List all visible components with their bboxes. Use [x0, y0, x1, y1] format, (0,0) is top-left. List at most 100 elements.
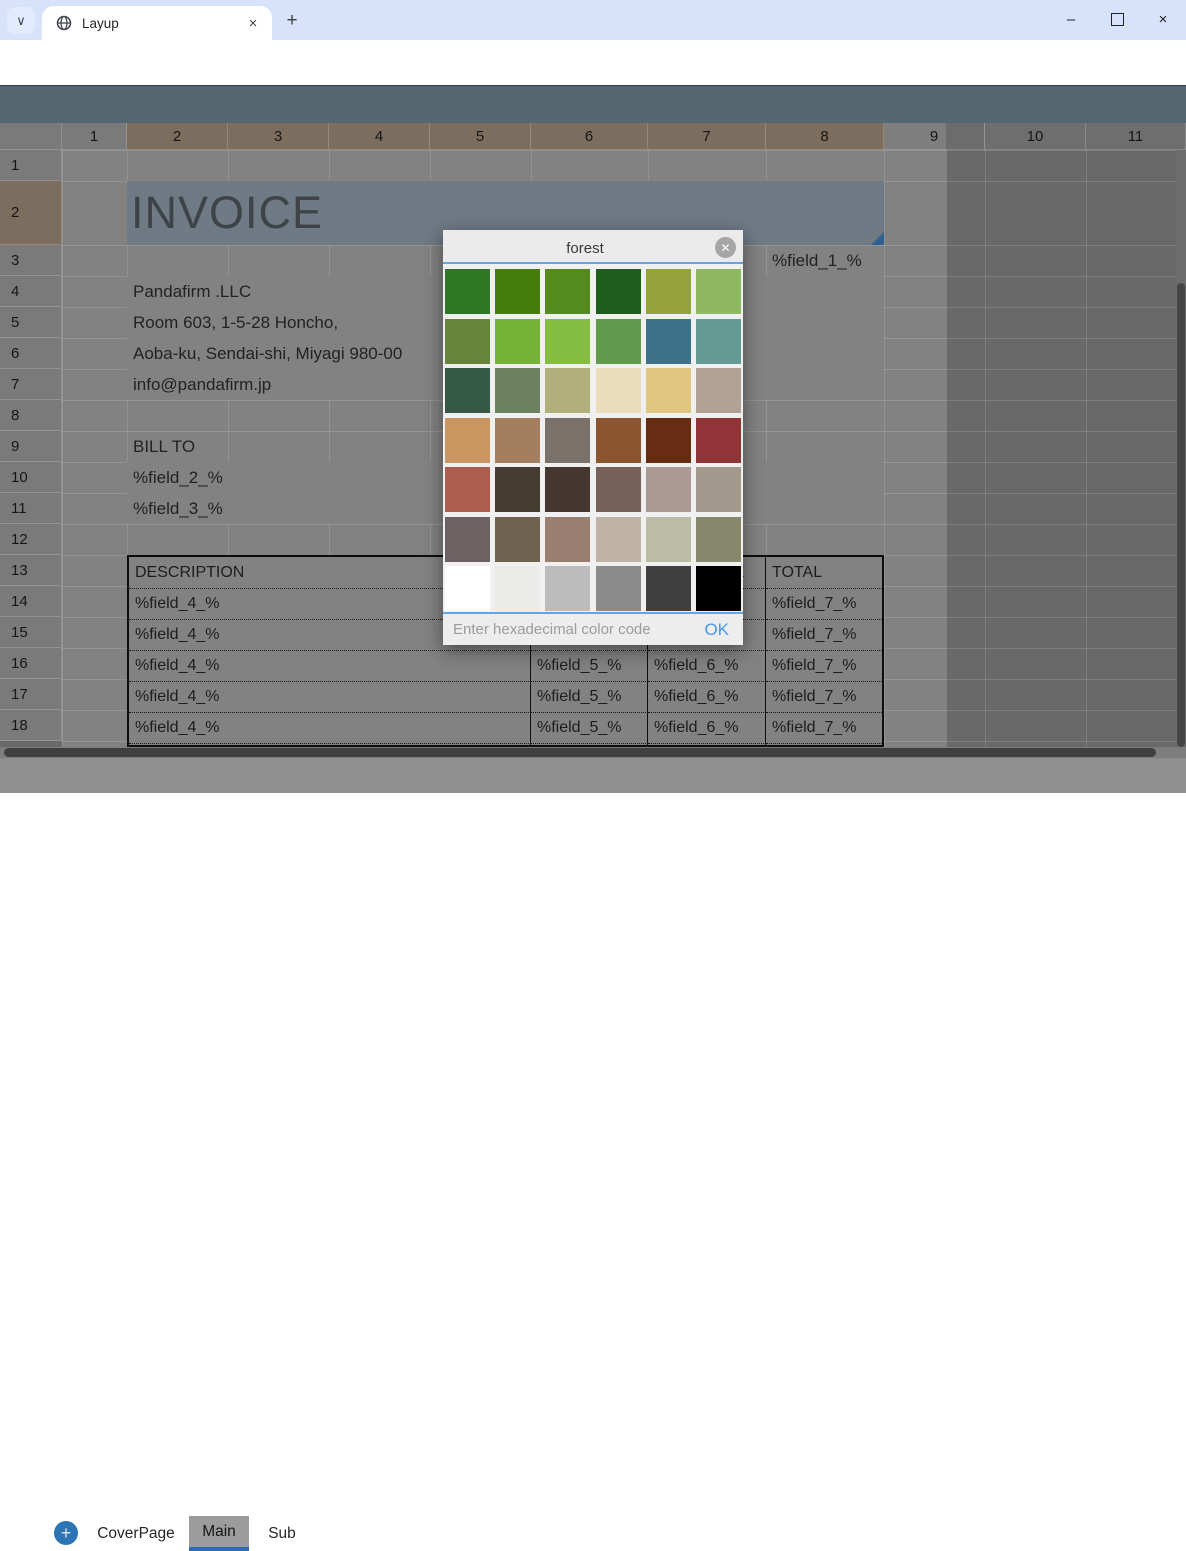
column-header[interactable]: 1: [62, 123, 127, 150]
sheet-tab-main[interactable]: Main: [189, 1516, 249, 1551]
color-swatch[interactable]: [696, 566, 741, 611]
color-swatch[interactable]: [596, 517, 641, 562]
color-swatch[interactable]: [445, 566, 490, 611]
cell-field-3[interactable]: %field_3_%: [133, 493, 433, 524]
color-swatch[interactable]: [646, 467, 691, 512]
cell-bill-to[interactable]: BILL TO: [133, 431, 433, 462]
table-cell[interactable]: %field_5_%: [531, 712, 648, 743]
row-header[interactable]: 7: [0, 369, 62, 400]
sheet-corner[interactable]: [0, 123, 62, 150]
color-swatch[interactable]: [495, 319, 540, 364]
color-swatch[interactable]: [696, 319, 741, 364]
table-cell[interactable]: %field_4_%: [129, 650, 531, 681]
add-sheet-button[interactable]: +: [54, 1521, 78, 1545]
color-swatch[interactable]: [596, 467, 641, 512]
row-header[interactable]: 10: [0, 462, 62, 493]
color-swatch[interactable]: [495, 368, 540, 413]
color-swatch[interactable]: [545, 368, 590, 413]
sheet-tab-sub[interactable]: Sub: [258, 1516, 306, 1551]
column-header[interactable]: 8: [766, 123, 884, 150]
color-search-input[interactable]: [473, 234, 697, 262]
color-swatch[interactable]: [445, 269, 490, 314]
color-swatch[interactable]: [646, 517, 691, 562]
color-swatch[interactable]: [445, 418, 490, 463]
row-header[interactable]: 3: [0, 245, 62, 276]
column-header[interactable]: 5: [430, 123, 531, 150]
color-swatch[interactable]: [596, 269, 641, 314]
column-header[interactable]: 2: [127, 123, 228, 150]
column-header[interactable]: 6: [531, 123, 648, 150]
row-header[interactable]: 4: [0, 276, 62, 307]
color-swatch[interactable]: [646, 566, 691, 611]
color-swatch[interactable]: [495, 467, 540, 512]
table-cell[interactable]: %field_7_%: [766, 681, 882, 712]
column-header[interactable]: 10: [985, 123, 1086, 150]
new-tab-icon[interactable]: +: [280, 9, 304, 33]
color-swatch[interactable]: [445, 517, 490, 562]
color-swatch[interactable]: [445, 368, 490, 413]
table-cell[interactable]: %field_5_%: [531, 681, 648, 712]
color-swatch[interactable]: [646, 319, 691, 364]
row-header[interactable]: 13: [0, 555, 62, 586]
table-cell[interactable]: %field_7_%: [766, 619, 882, 650]
table-cell[interactable]: %field_4_%: [129, 681, 531, 712]
close-icon[interactable]: ✕: [715, 237, 736, 258]
color-swatch[interactable]: [696, 467, 741, 512]
table-cell[interactable]: %field_7_%: [766, 588, 882, 619]
color-swatch[interactable]: [696, 368, 741, 413]
color-swatch[interactable]: [646, 269, 691, 314]
row-header[interactable]: 1: [0, 150, 62, 181]
window-minimize-icon[interactable]: –: [1050, 0, 1092, 38]
color-swatch[interactable]: [495, 517, 540, 562]
color-swatch[interactable]: [545, 269, 590, 314]
color-swatch[interactable]: [545, 517, 590, 562]
table-header-total[interactable]: TOTAL: [766, 557, 882, 588]
color-swatch[interactable]: [646, 368, 691, 413]
sheet-tab-coverpage[interactable]: CoverPage: [88, 1516, 184, 1551]
color-swatch[interactable]: [596, 319, 641, 364]
column-header[interactable]: 4: [329, 123, 430, 150]
browser-tab[interactable]: Layup ×: [42, 6, 272, 40]
color-swatch[interactable]: [545, 467, 590, 512]
vertical-scrollbar-thumb[interactable]: [1177, 283, 1185, 747]
hex-color-input[interactable]: [451, 620, 704, 639]
row-header[interactable]: 12: [0, 524, 62, 555]
table-cell[interactable]: %field_6_%: [648, 712, 766, 743]
color-swatch[interactable]: [495, 418, 540, 463]
window-close-icon[interactable]: ×: [1142, 0, 1184, 38]
tab-search-chevron-icon[interactable]: ∨: [7, 7, 35, 34]
table-cell[interactable]: %field_5_%: [531, 650, 648, 681]
row-header[interactable]: 14: [0, 586, 62, 617]
selection-handle[interactable]: [871, 232, 884, 245]
color-swatch[interactable]: [445, 467, 490, 512]
color-swatch[interactable]: [646, 418, 691, 463]
column-header[interactable]: 3: [228, 123, 329, 150]
color-swatch[interactable]: [596, 418, 641, 463]
color-swatch[interactable]: [495, 566, 540, 611]
cell-field-2[interactable]: %field_2_%: [133, 462, 433, 493]
ok-button[interactable]: OK: [704, 620, 729, 640]
table-cell[interactable]: %field_6_%: [648, 650, 766, 681]
row-header[interactable]: 2: [0, 181, 62, 245]
color-swatch[interactable]: [545, 319, 590, 364]
color-swatch[interactable]: [445, 319, 490, 364]
table-cell[interactable]: %field_6_%: [648, 681, 766, 712]
color-swatch[interactable]: [545, 566, 590, 611]
cell-field-1[interactable]: %field_1_%: [772, 245, 884, 276]
color-swatch[interactable]: [596, 566, 641, 611]
row-header[interactable]: 16: [0, 648, 62, 679]
color-swatch[interactable]: [696, 418, 741, 463]
window-maximize-icon[interactable]: [1096, 0, 1138, 38]
color-swatch[interactable]: [495, 269, 540, 314]
row-header[interactable]: 6: [0, 338, 62, 369]
tab-close-icon[interactable]: ×: [242, 12, 264, 34]
row-header[interactable]: 11: [0, 493, 62, 524]
row-header[interactable]: 18: [0, 710, 62, 741]
color-swatch[interactable]: [545, 418, 590, 463]
color-swatch[interactable]: [696, 517, 741, 562]
row-header[interactable]: 8: [0, 400, 62, 431]
row-header[interactable]: 15: [0, 617, 62, 648]
row-header[interactable]: 9: [0, 431, 62, 462]
color-swatch[interactable]: [596, 368, 641, 413]
table-cell[interactable]: %field_4_%: [129, 712, 531, 743]
